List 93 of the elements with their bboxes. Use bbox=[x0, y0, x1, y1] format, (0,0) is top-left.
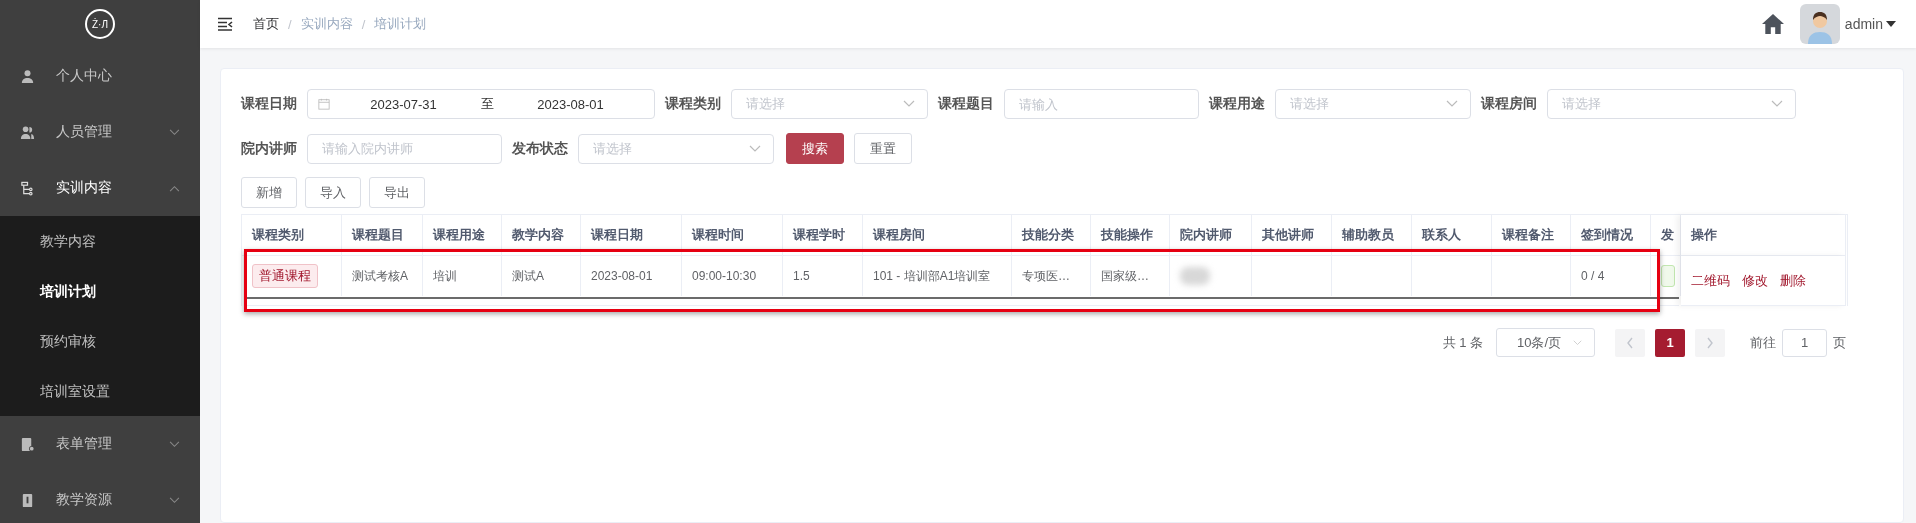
menu-item[interactable]: 表单管理 bbox=[0, 416, 200, 472]
people-icon bbox=[20, 124, 35, 140]
table-cell: 09:00-10:30 bbox=[692, 269, 757, 283]
person-icon bbox=[20, 68, 35, 84]
table-cell: 101 - 培训部A1培训室 bbox=[873, 267, 991, 285]
chevron-down-icon[interactable] bbox=[1446, 100, 1458, 108]
column-header: 课程学时 bbox=[783, 215, 863, 256]
user-name[interactable]: admin bbox=[1844, 16, 1883, 32]
prev-page-button[interactable] bbox=[1615, 328, 1645, 357]
chevron-down-icon[interactable] bbox=[749, 144, 761, 153]
action-link[interactable]: 删除 bbox=[1780, 271, 1806, 290]
chevron-down-icon[interactable] bbox=[1771, 100, 1783, 108]
menu-item[interactable]: 个人中心 bbox=[0, 48, 200, 104]
column-header: 操作 bbox=[1681, 215, 1846, 256]
table-cell: 1.5 bbox=[793, 269, 810, 283]
menu-item[interactable]: 人员管理 bbox=[0, 104, 200, 160]
table-cell: 测试考核A bbox=[352, 267, 408, 285]
menu-icon[interactable] bbox=[217, 17, 233, 31]
form-icon bbox=[20, 436, 35, 452]
input-field[interactable]: 请输入 bbox=[1004, 89, 1199, 119]
caret-icon[interactable] bbox=[1886, 21, 1896, 27]
filter-label: 课程用途 bbox=[1209, 95, 1265, 113]
chevron-down-icon bbox=[169, 496, 180, 504]
column-header: 院内讲师 bbox=[1170, 215, 1252, 256]
submenu-item[interactable]: 预约审核 bbox=[0, 316, 200, 366]
column-header: 辅助教员 bbox=[1332, 215, 1412, 256]
column-header: 课程日期 bbox=[581, 215, 682, 256]
table-cell: 专项医… bbox=[1022, 267, 1070, 285]
column-header: 技能操作 bbox=[1091, 215, 1170, 256]
reset-button[interactable]: 重置 bbox=[854, 133, 912, 164]
column-header: 其他讲师 bbox=[1252, 215, 1332, 256]
submenu-item[interactable]: 培训计划 bbox=[0, 266, 200, 316]
breadcrumb-item[interactable]: 首页 bbox=[253, 15, 279, 33]
filter-label: 课程日期 bbox=[241, 95, 297, 113]
column-header: 教学内容 bbox=[502, 215, 581, 256]
chevron-down-icon[interactable] bbox=[1573, 339, 1582, 346]
table-cell: 0 / 4 bbox=[1581, 269, 1605, 283]
filter-label: 院内讲师 bbox=[241, 139, 297, 158]
filter-label: 课程类别 bbox=[665, 95, 721, 113]
action-link[interactable]: 修改 bbox=[1742, 271, 1768, 290]
table-cell: 国家级… bbox=[1101, 267, 1149, 285]
search-button[interactable]: 搜索 bbox=[786, 133, 844, 164]
goto-label: 前往 bbox=[1750, 333, 1776, 352]
filter-label: 课程题目 bbox=[938, 95, 994, 113]
tree-icon bbox=[20, 180, 35, 196]
page-input[interactable]: 1 bbox=[1782, 328, 1827, 357]
breadcrumb-separator: / bbox=[361, 16, 366, 32]
total-count: 共 1 条 bbox=[1442, 333, 1483, 352]
chevron-right-icon[interactable] bbox=[1706, 336, 1714, 349]
toolbar-button[interactable]: 导出 bbox=[369, 177, 425, 208]
blurred-text bbox=[1180, 267, 1210, 285]
avatar[interactable] bbox=[1799, 4, 1840, 44]
submenu-item[interactable]: 培训室设置 bbox=[0, 366, 200, 416]
date-range-field[interactable]: 2023-07-31 至 2023-08-01 bbox=[307, 89, 655, 119]
scrollbar[interactable] bbox=[247, 296, 1679, 306]
chevron-down-icon[interactable] bbox=[903, 100, 915, 108]
filter-label: 课程房间 bbox=[1481, 95, 1537, 113]
status-tag bbox=[1661, 265, 1675, 287]
column-header: 课程类别 bbox=[242, 215, 342, 256]
next-page-button[interactable] bbox=[1695, 328, 1725, 357]
toolbar-button[interactable]: 新增 bbox=[241, 177, 297, 208]
menu-item[interactable]: 教学资源 bbox=[0, 472, 200, 523]
filter-label: 发布状态 bbox=[512, 139, 568, 158]
table-cell: 培训 bbox=[433, 267, 457, 285]
column-header: 联系人 bbox=[1412, 215, 1492, 256]
column-header: 课程题目 bbox=[342, 215, 423, 256]
column-header: 课程备注 bbox=[1492, 215, 1571, 256]
toolbar-button[interactable]: 导入 bbox=[305, 177, 361, 208]
submenu-item[interactable]: 教学内容 bbox=[0, 216, 200, 266]
table-cell: 测试A bbox=[512, 267, 544, 285]
page-size-select[interactable]: 10条/页 bbox=[1496, 328, 1595, 357]
chevron-down-icon bbox=[169, 440, 180, 448]
chevron-down-icon bbox=[169, 128, 180, 136]
column-header: 技能分类 bbox=[1012, 215, 1091, 256]
input-field[interactable]: 请输入院内讲师 bbox=[307, 133, 502, 164]
breadcrumb-separator: / bbox=[288, 16, 292, 32]
chevron-up-icon bbox=[169, 184, 180, 192]
column-header: 签到情况 bbox=[1571, 215, 1651, 256]
menu-item[interactable]: 实训内容 bbox=[0, 160, 200, 216]
home-icon[interactable] bbox=[1761, 13, 1784, 35]
column-header: 课程用途 bbox=[423, 215, 502, 256]
breadcrumb-item: 培训计划 bbox=[374, 15, 427, 33]
action-link[interactable]: 二维码 bbox=[1691, 271, 1730, 290]
page-unit: 页 bbox=[1833, 333, 1846, 352]
logo: Ż·Л bbox=[85, 9, 115, 39]
column-header: 课程房间 bbox=[863, 215, 1012, 256]
category-tag: 普通课程 bbox=[252, 264, 318, 288]
book-icon bbox=[20, 492, 35, 508]
column-header: 课程时间 bbox=[682, 215, 783, 256]
chevron-left-icon[interactable] bbox=[1626, 336, 1634, 349]
table-cell: 2023-08-01 bbox=[591, 269, 653, 283]
page-button[interactable]: 1 bbox=[1655, 328, 1685, 357]
calendar-icon bbox=[318, 98, 330, 110]
